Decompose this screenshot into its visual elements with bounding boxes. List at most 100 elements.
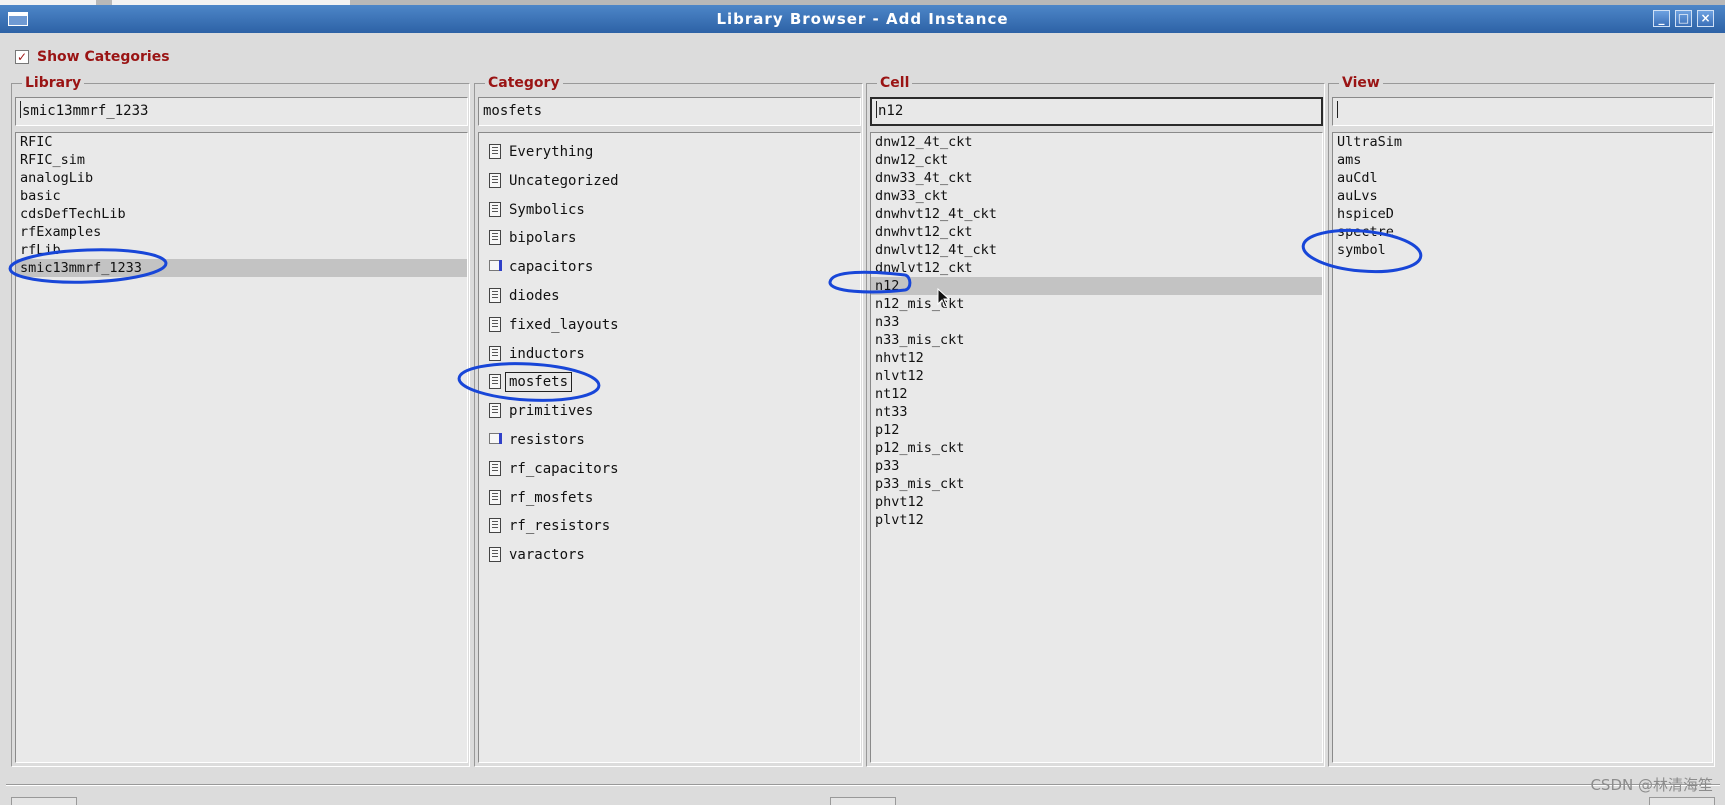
category-item-label: capacitors (509, 259, 594, 276)
cell-list-item[interactable]: nt33 (871, 403, 1322, 421)
watermark: CSDN @林清海笙 (1590, 776, 1713, 794)
category-list-item[interactable]: resistors (479, 425, 860, 454)
cell-list-item[interactable]: p33 (871, 457, 1322, 475)
category-list[interactable]: Everything Uncategorized Symbolics bipolars… (478, 132, 861, 763)
cell-list-item[interactable]: p12 (871, 421, 1322, 439)
cell-list-item[interactable]: n33 (871, 313, 1322, 331)
text-cursor-icon (1337, 101, 1338, 118)
cell-list[interactable]: dnw12_4t_ckt dnw12_ckt dnw33_4t_ckt dnw33_c… (870, 132, 1323, 763)
category-icon (489, 287, 501, 303)
category-item-label: rf_mosfets (509, 489, 594, 506)
window-title: Library Browser - Add Instance (716, 10, 1009, 28)
category-list-item[interactable]: primitives (479, 396, 860, 425)
view-list-item[interactable]: auLvs (1333, 187, 1712, 205)
library-list-item[interactable]: rfExamples (16, 223, 467, 241)
close-button[interactable]: × (1697, 10, 1714, 27)
category-item-label: bipolars (509, 230, 577, 247)
cell-list-item[interactable]: nlvt12 (871, 367, 1322, 385)
cell-list-item[interactable]: nt12 (871, 385, 1322, 403)
maximize-button[interactable]: □ (1675, 10, 1692, 27)
view-list[interactable]: UltraSim ams auCdl auLvs hspiceD spectre symbo… (1332, 132, 1713, 763)
cell-list-item[interactable]: n33_mis_ckt (871, 331, 1322, 349)
category-item-label: Uncategorized (509, 172, 619, 189)
cell-list-item[interactable]: dnwlvt12_ckt (871, 259, 1322, 277)
library-list-item[interactable]: RFIC_sim (16, 151, 467, 169)
category-list-item[interactable]: Symbolics (479, 195, 860, 224)
view-list-item[interactable]: symbol (1333, 241, 1712, 259)
library-list-item[interactable]: rfLib (16, 241, 467, 259)
category-icon (489, 172, 501, 188)
category-icon (489, 316, 501, 332)
cell-list-item[interactable]: dnw12_4t_ckt (871, 133, 1322, 151)
bottom-button[interactable] (830, 797, 896, 805)
cell-list-item[interactable]: plvt12 (871, 511, 1322, 529)
library-list-item[interactable]: basic (16, 187, 467, 205)
cell-list-item[interactable]: p12_mis_ckt (871, 439, 1322, 457)
minimize-button[interactable]: _ (1653, 10, 1670, 27)
library-list-item[interactable]: RFIC (16, 133, 467, 151)
category-list-item[interactable]: fixed_layouts (479, 310, 860, 339)
category-item-label: fixed_layouts (509, 316, 619, 333)
cell-list-item[interactable]: p33_mis_ckt (871, 475, 1322, 493)
category-filter-value: mosfets (483, 103, 543, 119)
category-list-item[interactable]: mosfets (479, 367, 860, 396)
category-list-item[interactable]: inductors (479, 339, 860, 368)
category-list-item[interactable]: diodes (479, 281, 860, 310)
view-list-item[interactable]: UltraSim (1333, 133, 1712, 151)
category-item-label: resistors (509, 431, 585, 448)
cell-list-item[interactable]: dnw12_ckt (871, 151, 1322, 169)
cell-list-item[interactable]: dnwhvt12_4t_ckt (871, 205, 1322, 223)
title-bar[interactable]: Library Browser - Add Instance _ □ × (0, 5, 1725, 33)
library-list-item[interactable]: analogLib (16, 169, 467, 187)
cell-filter-input[interactable]: n12 (870, 97, 1323, 126)
category-list-item[interactable]: Everything (479, 137, 860, 166)
mouse-pointer-icon (937, 288, 951, 308)
cell-list-item[interactable]: dnw33_4t_ckt (871, 169, 1322, 187)
category-icon (489, 345, 501, 361)
view-list-item[interactable]: ams (1333, 151, 1712, 169)
library-filter-input[interactable]: smic13mmrf_1233 (15, 97, 468, 126)
category-item-label: rf_resistors (509, 518, 611, 535)
separator (6, 785, 1720, 786)
category-icon (489, 201, 501, 217)
empty-category-icon (489, 432, 502, 444)
cell-list-item[interactable]: dnwhvt12_ckt (871, 223, 1322, 241)
category-list-item[interactable]: rf_resistors (479, 511, 860, 540)
category-icon (489, 403, 501, 419)
category-list-item[interactable]: bipolars (479, 223, 860, 252)
category-item-label: inductors (509, 345, 585, 362)
category-list-item[interactable]: capacitors (479, 252, 860, 281)
view-list-item[interactable]: spectre (1333, 223, 1712, 241)
category-list-item[interactable]: rf_mosfets (479, 483, 860, 512)
category-icon (489, 230, 501, 246)
category-icon (489, 547, 501, 563)
library-list-item[interactable]: cdsDefTechLib (16, 205, 467, 223)
category-item-label: Everything (509, 144, 594, 160)
category-list-item[interactable]: Uncategorized (479, 166, 860, 195)
category-list-item[interactable]: varactors (479, 540, 860, 569)
cell-list-item[interactable]: phvt12 (871, 493, 1322, 511)
text-cursor-icon (20, 101, 21, 118)
cell-list-item[interactable]: nhvt12 (871, 349, 1322, 367)
cell-list-item[interactable]: dnw33_ckt (871, 187, 1322, 205)
category-icon (489, 144, 501, 159)
category-item-label: mosfets (505, 372, 573, 393)
category-item-label: rf_capacitors (509, 460, 619, 477)
library-filter-value: smic13mmrf_1233 (22, 103, 149, 119)
cell-list-item[interactable]: dnwlvt12_4t_ckt (871, 241, 1322, 259)
category-filter-input[interactable]: mosfets (478, 97, 861, 126)
view-panel-title: View (1339, 74, 1383, 92)
library-list-item[interactable]: smic13mmrf_1233 (16, 259, 467, 277)
view-list-item[interactable]: hspiceD (1333, 205, 1712, 223)
view-filter-input[interactable] (1332, 97, 1713, 126)
category-list-item[interactable]: rf_capacitors (479, 454, 860, 483)
category-icon (489, 489, 501, 505)
view-list-item[interactable]: auCdl (1333, 169, 1712, 187)
library-list[interactable]: RFIC RFIC_sim analogLib basic cdsDefTechLib r… (15, 132, 468, 763)
category-item-label: primitives (509, 403, 594, 420)
category-item-label: varactors (509, 547, 585, 564)
bottom-button[interactable] (11, 797, 77, 805)
checkbox-check-icon[interactable]: ✓ (15, 50, 29, 64)
bottom-button[interactable] (1649, 797, 1715, 805)
category-item-label: Symbolics (509, 201, 585, 218)
